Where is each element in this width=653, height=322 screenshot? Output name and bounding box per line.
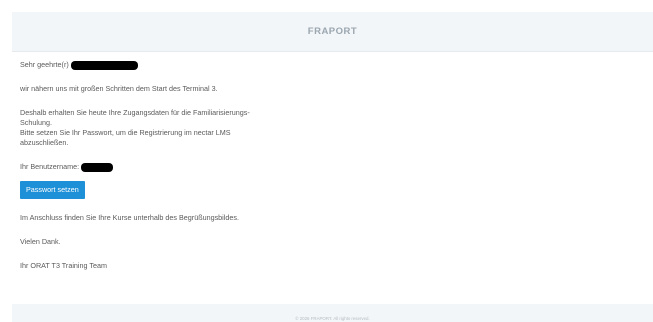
greeting-text: Sehr geehrte(r): [20, 60, 69, 69]
username-row: Ihr Benutzername:: [20, 162, 320, 172]
after-button-text: Im Anschluss finden Sie Ihre Kurse unter…: [20, 213, 239, 222]
redacted-username-block: [81, 162, 114, 172]
intro-text: wir nähern uns mit großen Schritten dem …: [20, 84, 218, 93]
paragraph-line-4: abzuschließen.: [20, 138, 69, 147]
greeting-row: Sehr geehrte(r): [20, 60, 320, 70]
paragraph-line-3: Bitte setzen Sie Ihr Passwort, um die Re…: [20, 128, 231, 137]
email-body: Sehr geehrte(r) wir nähern uns mit große…: [20, 60, 320, 271]
username-label: Ihr Benutzername:: [20, 162, 80, 171]
paragraph-line-2: Schulung.: [20, 118, 52, 127]
set-password-button[interactable]: Passwort setzen: [20, 181, 85, 199]
signature-text: Ihr ORAT T3 Training Team: [20, 261, 107, 270]
copyright-text: © 2026 FRAPORT. All rights reserved.: [295, 316, 370, 321]
thanks-text: Vielen Dank.: [20, 237, 61, 246]
redacted-name-block: [70, 60, 138, 70]
brand-title: FRAPORT: [307, 26, 358, 37]
email-page: FRAPORT Sehr geehrte(r) wir nähern uns m…: [0, 0, 653, 322]
email-footer: © 2026 FRAPORT. All rights reserved.: [12, 304, 653, 322]
email-header: FRAPORT: [12, 12, 653, 52]
paragraph-line-1: Deshalb erhalten Sie heute Ihre Zugangsd…: [20, 108, 250, 117]
